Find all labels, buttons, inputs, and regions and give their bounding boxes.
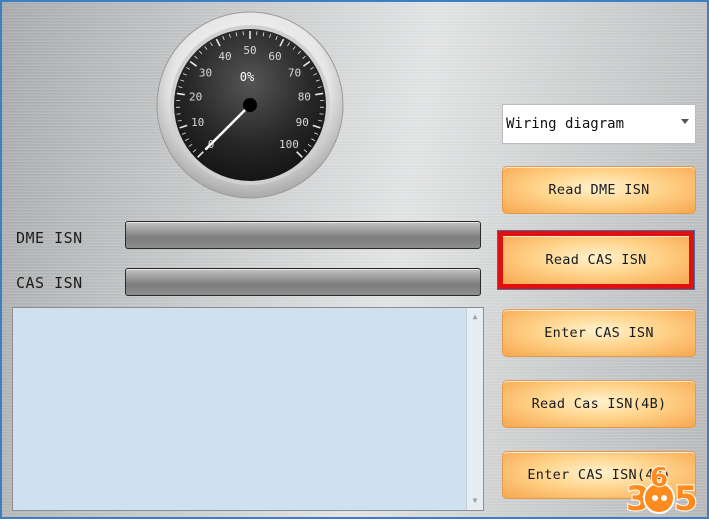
output-text xyxy=(17,312,463,506)
enter-cas-isn-button[interactable]: Enter CAS ISN xyxy=(502,309,696,357)
output-textarea[interactable]: ▲ ▼ xyxy=(12,307,484,511)
cas-isn-label: CAS ISN xyxy=(16,274,83,292)
dme-isn-bar xyxy=(125,221,481,249)
gauge-minor-tick xyxy=(319,113,324,115)
logo-digit: 5 xyxy=(674,479,698,517)
logo-eye xyxy=(652,495,658,501)
chevron-down-icon[interactable] xyxy=(681,119,689,124)
diagram-select-value: Wiring diagram xyxy=(506,116,625,132)
gauge-minor-tick xyxy=(176,113,181,115)
scroll-up-icon[interactable]: ▲ xyxy=(467,310,483,324)
gauge-hub xyxy=(243,98,257,112)
gauge-readout: 0% xyxy=(240,70,255,84)
brand-logo: 3 6 5 xyxy=(625,462,699,517)
gauge-tick-label: 100 xyxy=(279,138,299,151)
output-scrollbar[interactable]: ▲ ▼ xyxy=(466,308,483,510)
gauge-tick-label: 60 xyxy=(268,50,281,63)
logo-digit: 6 xyxy=(650,463,668,493)
gauge-tick-label: 70 xyxy=(288,67,301,80)
gauge-tick-label: 50 xyxy=(243,44,256,57)
scroll-down-icon[interactable]: ▼ xyxy=(467,494,483,508)
dme-isn-label: DME ISN xyxy=(16,229,83,247)
gauge-tick-label: 80 xyxy=(298,90,311,103)
gauge-tick-label: 90 xyxy=(296,116,309,129)
logo-eye xyxy=(661,495,667,501)
cas-isn-bar xyxy=(125,268,481,296)
read-dme-isn-button[interactable]: Read DME ISN xyxy=(502,166,696,214)
gauge-tick-label: 30 xyxy=(199,67,212,80)
diagram-select[interactable]: Wiring diagram xyxy=(502,104,696,144)
read-cas-isn-4b-button[interactable]: Read Cas ISN(4B) xyxy=(502,380,696,428)
progress-gauge: 0102030405060708090100 0% xyxy=(156,11,344,199)
gauge-tick-label: 40 xyxy=(218,50,231,63)
gauge-tick-label: 10 xyxy=(191,116,204,129)
read-cas-isn-button[interactable]: Read CAS ISN xyxy=(497,230,695,290)
gauge-tick-label: 20 xyxy=(189,90,202,103)
